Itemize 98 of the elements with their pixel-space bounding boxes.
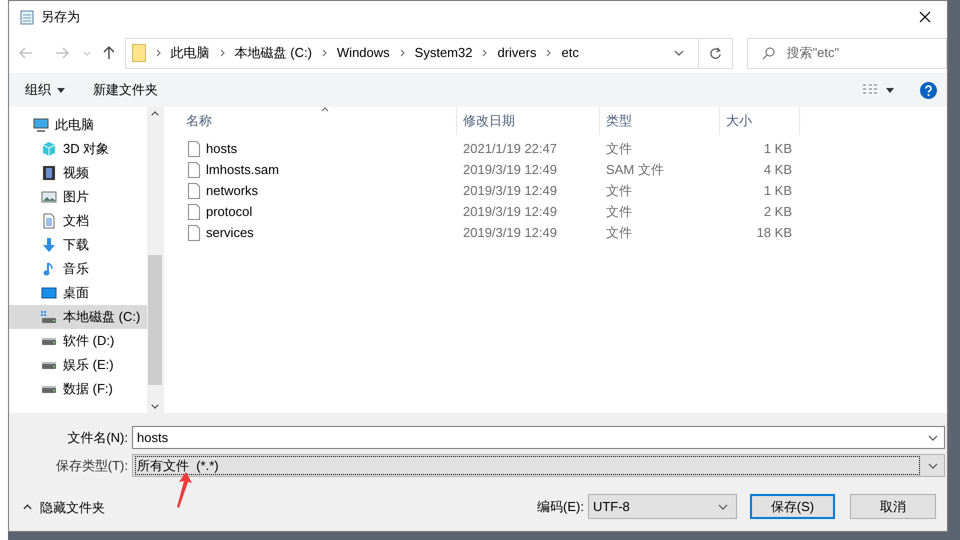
nav-item[interactable]: 此电脑 (9, 113, 147, 137)
nav-item[interactable]: 3D 对象 (9, 137, 147, 161)
column-header[interactable]: 名称 (180, 107, 457, 135)
filename-combobox[interactable]: hosts (132, 426, 945, 449)
column-header[interactable]: 类型 (600, 107, 720, 135)
hide-folders-link[interactable]: 隐藏文件夹 (40, 498, 105, 517)
filename-field[interactable]: hosts (137, 428, 928, 448)
window-title: 另存为 (41, 8, 80, 26)
file-name[interactable]: hosts (206, 138, 238, 158)
file-name[interactable]: protocol (206, 202, 252, 222)
organize-menu-button[interactable]: 组织 (25, 80, 65, 100)
nav-item[interactable]: 下载 (9, 233, 147, 257)
file-icon (188, 182, 200, 198)
notepad-icon (19, 9, 35, 25)
table-cell-text: 2019/3/19 12:49 (462, 224, 558, 242)
file-name[interactable]: lmhosts.sam (206, 160, 279, 180)
dropdown-triangle-icon (886, 88, 894, 92)
table-cell-text: 文件 (605, 182, 633, 200)
search-icon (762, 46, 775, 60)
breadcrumb[interactable]: System32 (414, 43, 472, 63)
table-cell-text: 2019/3/19 12:49 (462, 160, 558, 179)
chevron-right-icon (546, 49, 552, 57)
file-icon (188, 204, 200, 220)
encoding-label: 编码(E): (537, 498, 584, 516)
nav-item[interactable]: 音乐 (9, 257, 147, 281)
close-icon (919, 11, 931, 23)
nav-item[interactable]: 娱乐 (E:) (9, 353, 147, 377)
table-cell-text: 1 KB (762, 182, 793, 200)
new-folder-button[interactable]: 新建文件夹 (93, 80, 158, 100)
scrollbar[interactable] (147, 107, 163, 413)
table-cell-text: 18 KB (756, 224, 793, 242)
address-bar[interactable]: 此电脑 本地磁盘 (C:) Windows System32 drivers etc (124, 38, 733, 68)
table-cell-text: 4 KB (762, 160, 793, 179)
document-icon (41, 213, 57, 229)
chevron-down-icon (718, 504, 728, 510)
breadcrumb[interactable]: 此电脑 (170, 43, 210, 63)
encoding-select[interactable]: UTF-8 (588, 494, 737, 519)
table-cell-text: 2019/3/19 12:49 (462, 182, 558, 200)
chevron-right-icon (482, 49, 488, 57)
monitor-icon (33, 117, 49, 133)
chevron-right-icon (400, 49, 405, 57)
up-arrow-icon[interactable] (102, 46, 115, 60)
nav-item[interactable]: 本地磁盘 (C:) (9, 305, 147, 329)
sort-caret-icon (321, 107, 329, 112)
down-arrow-icon (41, 237, 57, 253)
table-cell-text: 2 KB (762, 202, 793, 221)
nav-item[interactable]: 软件 (D:) (9, 329, 147, 353)
nav-item[interactable]: 图片 (9, 185, 147, 209)
drive-icon (41, 338, 57, 344)
save-button[interactable]: 保存(S) (750, 494, 835, 519)
file-name[interactable]: services (206, 222, 254, 242)
chevron-down-icon (674, 50, 684, 56)
file-name[interactable]: networks (206, 180, 258, 200)
cube-icon (41, 141, 57, 157)
refresh-icon (708, 46, 722, 60)
search-field[interactable]: 搜索"etc" (786, 43, 937, 63)
dropdown-triangle-icon (57, 88, 65, 92)
help-icon[interactable] (920, 82, 937, 98)
picture-icon (41, 189, 57, 205)
file-icon (188, 140, 200, 156)
table-cell-text: 2021/1/19 22:47 (462, 140, 558, 158)
breadcrumb[interactable]: drivers (497, 43, 536, 63)
folder-icon (132, 44, 146, 62)
chevron-up-icon[interactable] (23, 504, 32, 510)
file-icon (188, 224, 200, 240)
table-cell-text: SAM 文件 (605, 160, 665, 179)
chevron-right-icon (322, 49, 327, 57)
breadcrumb[interactable]: Windows (336, 43, 390, 63)
column-header[interactable]: 修改日期 (457, 107, 600, 135)
nav-item[interactable]: 数据 (F:) (9, 377, 147, 401)
search-box[interactable]: 搜索"etc" (746, 38, 948, 68)
column-header[interactable]: 大小 (720, 107, 800, 135)
table-cell-text: 文件 (605, 140, 633, 158)
filename-label: 文件名(N): (66, 428, 129, 447)
scroll-up-icon[interactable] (151, 111, 159, 116)
chevron-down-icon (928, 462, 938, 468)
chevron-down-icon (928, 434, 938, 440)
table-cell-text: 2019/3/19 12:49 (462, 202, 558, 221)
drive-icon (41, 386, 57, 392)
chevron-right-icon (156, 49, 161, 57)
filetype-label: 保存类型(T): (54, 456, 129, 475)
table-cell-text: 1 KB (762, 140, 793, 158)
nav-item[interactable]: 桌面 (9, 281, 147, 305)
table-cell-text: 文件 (605, 202, 633, 221)
nav-item[interactable]: 视频 (9, 161, 147, 185)
cancel-button[interactable]: 取消 (850, 494, 936, 519)
filetype-select[interactable]: 所有文件 (*.*) (132, 454, 945, 477)
drive-icon (41, 362, 57, 368)
drive-icon (41, 309, 57, 325)
breadcrumb[interactable]: 本地磁盘 (C:) (234, 43, 312, 63)
chevron-right-icon (220, 49, 225, 57)
scroll-down-icon[interactable] (151, 404, 159, 409)
file-icon (188, 162, 200, 178)
breadcrumb[interactable]: etc (561, 43, 579, 63)
nav-item[interactable]: 文档 (9, 209, 147, 233)
desktop-icon (41, 285, 57, 301)
film-icon (41, 165, 57, 181)
table-cell-text: 文件 (605, 224, 633, 242)
